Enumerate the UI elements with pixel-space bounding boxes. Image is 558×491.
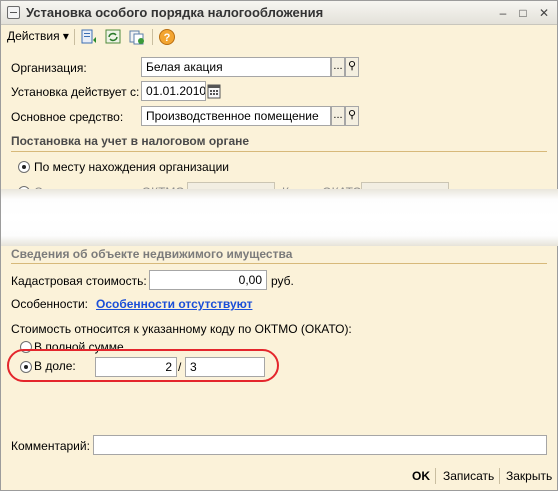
copy-icon[interactable] — [128, 28, 146, 46]
cadastral-label: Кадастровая стоимость: — [11, 274, 147, 288]
save-button[interactable]: Записать — [443, 469, 494, 483]
currency-unit: руб. — [271, 274, 294, 288]
minimize-icon[interactable]: – — [495, 5, 511, 21]
tax-section-title: Постановка на учет в налоговом органе — [11, 134, 250, 148]
chevron-down-icon: ▾ — [62, 29, 69, 43]
organization-label: Организация: — [11, 61, 87, 75]
title-bar: Установка особого порядка налогообложени… — [1, 1, 557, 25]
section-divider — [11, 151, 547, 152]
footer-divider — [499, 468, 500, 484]
radio-by-location-label: По месту нахождения организации — [34, 160, 230, 174]
refresh-icon[interactable] — [104, 28, 122, 46]
toolbar-divider — [152, 29, 153, 45]
date-label: Установка действует с: — [11, 85, 140, 99]
close-icon[interactable]: ✕ — [536, 5, 552, 21]
ok-button[interactable]: OK — [412, 469, 430, 483]
calendar-icon[interactable] — [207, 83, 221, 99]
help-glyph: ? — [164, 32, 171, 44]
radio-by-location[interactable] — [18, 161, 30, 173]
cadastral-value-field[interactable]: 0,00 — [149, 270, 267, 290]
close-button[interactable]: Закрыть — [506, 469, 552, 483]
footer-divider — [435, 468, 436, 484]
asset-search-icon[interactable]: ⚲ — [345, 106, 359, 126]
comment-label: Комментарий: — [11, 439, 90, 453]
asset-label: Основное средство: — [11, 110, 124, 124]
organization-select-button[interactable]: ... — [331, 57, 345, 77]
property-section-title: Сведения об объекте недвижимого имуществ… — [11, 247, 293, 261]
features-label: Особенности: — [11, 297, 89, 311]
date-field[interactable]: 01.01.2010 — [141, 81, 206, 101]
asset-field[interactable]: Производственное помещение — [141, 106, 331, 126]
torn-gap — [1, 189, 558, 246]
comment-field[interactable] — [93, 435, 547, 455]
organization-search-icon[interactable]: ⚲ — [345, 57, 359, 77]
maximize-icon[interactable]: □ — [515, 5, 531, 21]
window-title: Установка особого порядка налогообложени… — [26, 5, 324, 20]
window-menu-icon[interactable] — [7, 6, 20, 19]
cost-relates-label: Стоимость относится к указанному коду по… — [11, 322, 352, 336]
asset-select-button[interactable]: ... — [331, 106, 345, 126]
section-divider — [11, 263, 547, 264]
post-and-close-icon[interactable] — [80, 28, 98, 46]
form-window: Установка особого порядка налогообложени… — [0, 0, 558, 491]
features-link[interactable]: Особенности отсутствуют — [96, 297, 252, 311]
help-icon[interactable]: ? — [158, 28, 176, 46]
annotation-highlight-oval — [7, 349, 279, 382]
toolbar: Действия ▾ ? — [1, 26, 557, 48]
toolbar-divider — [74, 29, 75, 45]
actions-label: Действия — [7, 29, 60, 43]
actions-menu-button[interactable]: Действия ▾ — [7, 29, 69, 43]
organization-field[interactable]: Белая акация — [141, 57, 331, 77]
